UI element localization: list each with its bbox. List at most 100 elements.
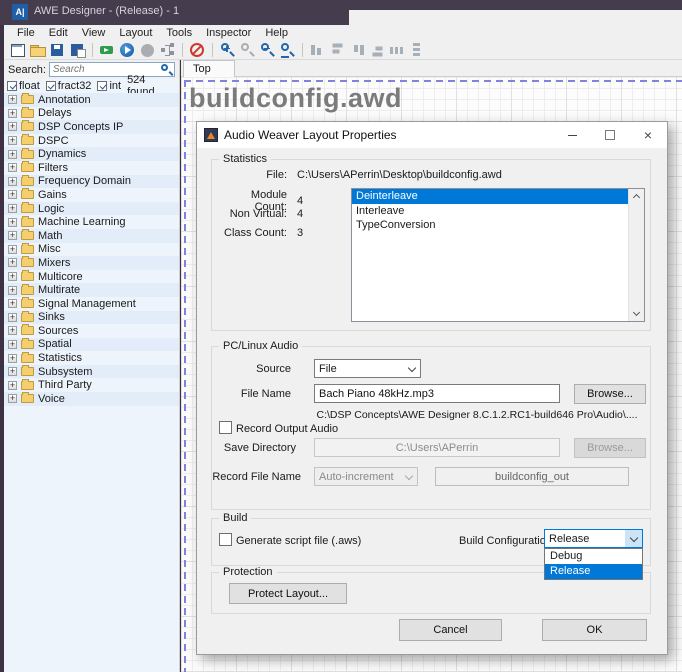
float-checkbox[interactable] bbox=[7, 81, 17, 91]
expand-icon[interactable] bbox=[8, 258, 17, 267]
tree-item[interactable]: Filters bbox=[4, 161, 179, 175]
tree-item[interactable]: Delays bbox=[4, 107, 179, 121]
save-as-icon[interactable] bbox=[69, 42, 86, 58]
expand-icon[interactable] bbox=[8, 190, 17, 199]
tree-item[interactable]: Logic bbox=[4, 202, 179, 216]
new-window-icon[interactable] bbox=[9, 42, 26, 58]
menu-help[interactable]: Help bbox=[258, 27, 295, 39]
window-title: AWE Designer - (Release) - 1 bbox=[34, 5, 179, 17]
maximize-icon[interactable] bbox=[591, 122, 629, 148]
expand-icon[interactable] bbox=[8, 367, 17, 376]
expand-icon[interactable] bbox=[8, 122, 17, 131]
expand-icon[interactable] bbox=[8, 177, 17, 186]
zoom-fit-icon[interactable] bbox=[279, 42, 296, 58]
statistics-legend: Statistics bbox=[219, 153, 271, 165]
expand-icon[interactable] bbox=[8, 218, 17, 227]
tree-item[interactable]: DSP Concepts IP bbox=[4, 120, 179, 134]
expand-icon[interactable] bbox=[8, 354, 17, 363]
menu-tools[interactable]: Tools bbox=[159, 27, 199, 39]
expand-icon[interactable] bbox=[8, 394, 17, 403]
expand-icon[interactable] bbox=[8, 326, 17, 335]
module-list-item[interactable]: Interleave bbox=[352, 204, 644, 219]
tree-item-label: Spatial bbox=[38, 338, 72, 350]
menu-layout[interactable]: Layout bbox=[112, 27, 159, 39]
expand-icon[interactable] bbox=[8, 381, 17, 390]
browse-directory-button: Browse... bbox=[574, 438, 646, 458]
tree-item[interactable]: Statistics bbox=[4, 351, 179, 365]
int-checkbox[interactable] bbox=[97, 81, 107, 91]
menu-file[interactable]: File bbox=[10, 27, 42, 39]
tree-item[interactable]: Dynamics bbox=[4, 147, 179, 161]
cancel-button[interactable]: Cancel bbox=[399, 619, 502, 641]
tree-item[interactable]: Subsystem bbox=[4, 365, 179, 379]
module-list-item[interactable]: TypeConversion bbox=[352, 218, 644, 233]
ok-button[interactable]: OK bbox=[542, 619, 647, 641]
tree-item[interactable]: Multirate bbox=[4, 283, 179, 297]
chevron-down-icon bbox=[400, 468, 417, 485]
expand-icon[interactable] bbox=[8, 313, 17, 322]
expand-icon[interactable] bbox=[8, 150, 17, 159]
expand-icon[interactable] bbox=[8, 272, 17, 281]
tree-item[interactable]: Voice bbox=[4, 392, 179, 406]
fract32-checkbox[interactable] bbox=[46, 81, 56, 91]
menu-edit[interactable]: Edit bbox=[42, 27, 75, 39]
expand-icon[interactable] bbox=[8, 245, 17, 254]
expand-icon[interactable] bbox=[8, 286, 17, 295]
browse-file-button[interactable]: Browse... bbox=[574, 384, 646, 404]
tree-item[interactable]: Gains bbox=[4, 188, 179, 202]
tree-item[interactable]: DSPC bbox=[4, 134, 179, 148]
dropdown-option-debug[interactable]: Debug bbox=[545, 549, 642, 564]
scroll-down-icon[interactable] bbox=[633, 309, 640, 316]
tree-item[interactable]: Machine Learning bbox=[4, 215, 179, 229]
tree-item[interactable]: Signal Management bbox=[4, 297, 179, 311]
minimize-icon[interactable] bbox=[553, 122, 591, 148]
expand-icon[interactable] bbox=[8, 340, 17, 349]
tree-item[interactable]: Multicore bbox=[4, 270, 179, 284]
scroll-up-icon[interactable] bbox=[633, 194, 640, 201]
expand-icon[interactable] bbox=[8, 231, 17, 240]
connect-target-icon[interactable] bbox=[99, 42, 116, 58]
module-list-item[interactable]: Deinterleave bbox=[352, 189, 644, 204]
tree-item-label: Gains bbox=[38, 189, 67, 201]
expand-icon[interactable] bbox=[8, 136, 17, 145]
source-combo[interactable]: File bbox=[314, 359, 421, 378]
tab-top[interactable]: Top bbox=[183, 60, 235, 77]
expand-icon[interactable] bbox=[8, 204, 17, 213]
file-name-input[interactable] bbox=[314, 384, 560, 403]
tree-item[interactable]: Misc bbox=[4, 243, 179, 257]
expand-icon[interactable] bbox=[8, 109, 17, 118]
record-output-checkbox[interactable] bbox=[219, 421, 232, 434]
expand-icon[interactable] bbox=[8, 95, 17, 104]
zoom-in-icon[interactable] bbox=[219, 42, 236, 58]
tree-item[interactable]: Frequency Domain bbox=[4, 175, 179, 189]
audio-path-note: C:\DSP Concepts\AWE Designer 8.C.1.2.RC1… bbox=[307, 409, 647, 421]
tree-item[interactable]: Spatial bbox=[4, 338, 179, 352]
selection-marquee-left bbox=[184, 80, 186, 672]
module-list-scrollbar[interactable] bbox=[628, 189, 644, 321]
play-icon[interactable] bbox=[119, 42, 136, 58]
record-file-name-label: Record File Name bbox=[203, 471, 301, 483]
toolbar-separator bbox=[212, 43, 213, 57]
close-icon[interactable] bbox=[629, 122, 667, 148]
tree-item[interactable]: Sources bbox=[4, 324, 179, 338]
tree-item[interactable]: Sinks bbox=[4, 311, 179, 325]
open-file-icon[interactable] bbox=[29, 42, 46, 58]
menu-inspector[interactable]: Inspector bbox=[199, 27, 258, 39]
tree-item[interactable]: Mixers bbox=[4, 256, 179, 270]
menu-view[interactable]: View bbox=[75, 27, 113, 39]
generate-script-checkbox[interactable] bbox=[219, 533, 232, 546]
expand-icon[interactable] bbox=[8, 163, 17, 172]
canvas-tab-strip: Top bbox=[181, 60, 682, 77]
file-name-label: File Name bbox=[221, 388, 291, 400]
zoom-out-icon[interactable] bbox=[259, 42, 276, 58]
tree-item[interactable]: Annotation bbox=[4, 93, 179, 107]
no-hardware-icon[interactable] bbox=[189, 42, 206, 58]
protect-layout-button[interactable]: Protect Layout... bbox=[229, 583, 347, 604]
save-icon[interactable] bbox=[49, 42, 66, 58]
tree-item[interactable]: Third Party bbox=[4, 378, 179, 392]
build-configuration-combo[interactable]: Release bbox=[544, 529, 643, 548]
tree-item[interactable]: Math bbox=[4, 229, 179, 243]
expand-icon[interactable] bbox=[8, 299, 17, 308]
folder-icon bbox=[21, 394, 34, 403]
dropdown-option-release[interactable]: Release bbox=[545, 564, 642, 579]
